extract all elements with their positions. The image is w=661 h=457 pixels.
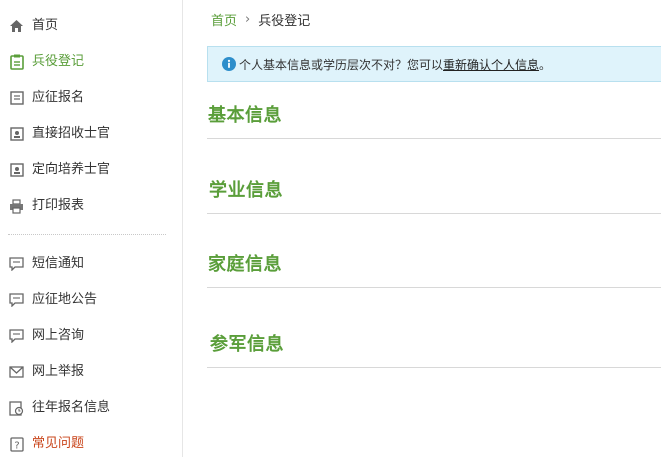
message-icon <box>9 256 24 272</box>
sidebar-item-label: 应征地公告 <box>32 292 98 307</box>
message-icon <box>9 328 24 344</box>
sidebar-item-faq[interactable]: ? 常见问题 <box>0 430 182 457</box>
home-icon <box>9 18 24 34</box>
sidebar-item-online-consult[interactable]: 网上咨询 <box>0 322 182 350</box>
breadcrumb-home-link[interactable]: 首页 <box>211 10 237 29</box>
section-family-info: 家庭信息 <box>207 254 661 294</box>
section-divider <box>207 138 661 139</box>
sidebar-item-print-report[interactable]: 打印报表 <box>0 192 182 220</box>
breadcrumb-separator: › <box>245 11 251 27</box>
sidebar-divider <box>8 234 166 235</box>
sidebar-item-direct-nco[interactable]: 直接招收士官 <box>0 120 182 148</box>
clipboard-icon <box>9 54 24 70</box>
sidebar-item-label: 兵役登记 <box>32 54 85 69</box>
sidebar-item-past-signups[interactable]: 往年报名信息 <box>0 394 182 422</box>
id-card-icon <box>9 126 24 142</box>
sidebar-item-label: 常见问题 <box>32 436 85 451</box>
alert-text: 个人基本信息或学历层次不对？您可以 <box>239 57 444 72</box>
message-icon <box>9 292 24 308</box>
section-title: 学业信息 <box>209 180 283 201</box>
svg-text:?: ? <box>14 440 19 451</box>
section-title: 基本信息 <box>208 105 282 126</box>
printer-icon <box>9 198 24 214</box>
form-icon <box>9 90 24 106</box>
section-title: 参军信息 <box>210 334 284 355</box>
section-basic-info: 基本信息 <box>207 104 661 144</box>
info-icon <box>222 57 236 71</box>
alert-text-end: 。 <box>539 57 552 72</box>
section-divider <box>207 213 661 214</box>
question-icon: ? <box>9 436 24 452</box>
section-divider <box>207 367 661 368</box>
section-education-info: 学业信息 <box>207 179 661 219</box>
sidebar-item-label: 定向培养士官 <box>32 162 111 177</box>
mail-icon <box>9 364 24 380</box>
sidebar-item-home[interactable]: 首页 <box>0 12 182 40</box>
sidebar-item-label: 直接招收士官 <box>32 126 111 141</box>
reconfirm-info-link[interactable]: 重新确认个人信息 <box>443 56 539 73</box>
section-military-info: 参军信息 <box>207 333 661 373</box>
section-divider <box>207 287 661 288</box>
id-card-icon <box>9 162 24 178</box>
sidebar-item-label: 网上咨询 <box>32 328 85 343</box>
sidebar-item-targeted-nco[interactable]: 定向培养士官 <box>0 156 182 184</box>
info-alert: 个人基本信息或学历层次不对？您可以 重新确认个人信息。 <box>207 46 661 82</box>
breadcrumb-current: 兵役登记 <box>258 13 311 29</box>
sidebar-item-registration[interactable]: 兵役登记 <box>0 48 182 76</box>
sidebar-item-label: 首页 <box>32 18 59 33</box>
sidebar-item-label: 打印报表 <box>32 198 85 213</box>
sidebar-item-local-announcement[interactable]: 应征地公告 <box>0 286 182 314</box>
sidebar-item-online-report[interactable]: 网上举报 <box>0 358 182 386</box>
history-doc-icon <box>9 400 24 416</box>
sidebar-item-label: 短信通知 <box>32 256 85 271</box>
sidebar: 首页 兵役登记 应征报名 直接招收士官 定向培养士官 打印报表 短信通知 应征地… <box>0 0 183 457</box>
section-title: 家庭信息 <box>208 254 282 275</box>
sidebar-item-sms-notice[interactable]: 短信通知 <box>0 250 182 278</box>
sidebar-item-label: 应征报名 <box>32 90 85 105</box>
breadcrumb: 首页 › 兵役登记 <box>211 10 311 29</box>
sidebar-item-label: 往年报名信息 <box>32 400 111 415</box>
sidebar-item-enlist-signup[interactable]: 应征报名 <box>0 84 182 112</box>
sidebar-item-label: 网上举报 <box>32 364 85 379</box>
